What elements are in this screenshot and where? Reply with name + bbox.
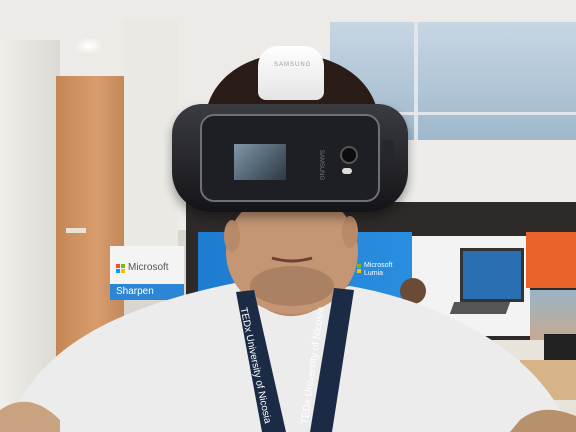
right-ear (342, 216, 358, 248)
headset-top-strap: SAMSUNG (258, 46, 324, 100)
phone-camera-preview (234, 144, 286, 180)
vr-headset: SAMSUNG SAMSUNG (172, 46, 408, 212)
beard-shadow (250, 266, 334, 306)
phone-in-headset: SAMSUNG (200, 114, 380, 202)
left-ear (224, 220, 240, 252)
phone-brand: SAMSUNG (318, 149, 325, 181)
flash-icon (342, 168, 352, 174)
headset-brand: SAMSUNG (274, 62, 312, 68)
headset-side-button (382, 140, 394, 166)
camera-lens-icon (340, 146, 358, 164)
